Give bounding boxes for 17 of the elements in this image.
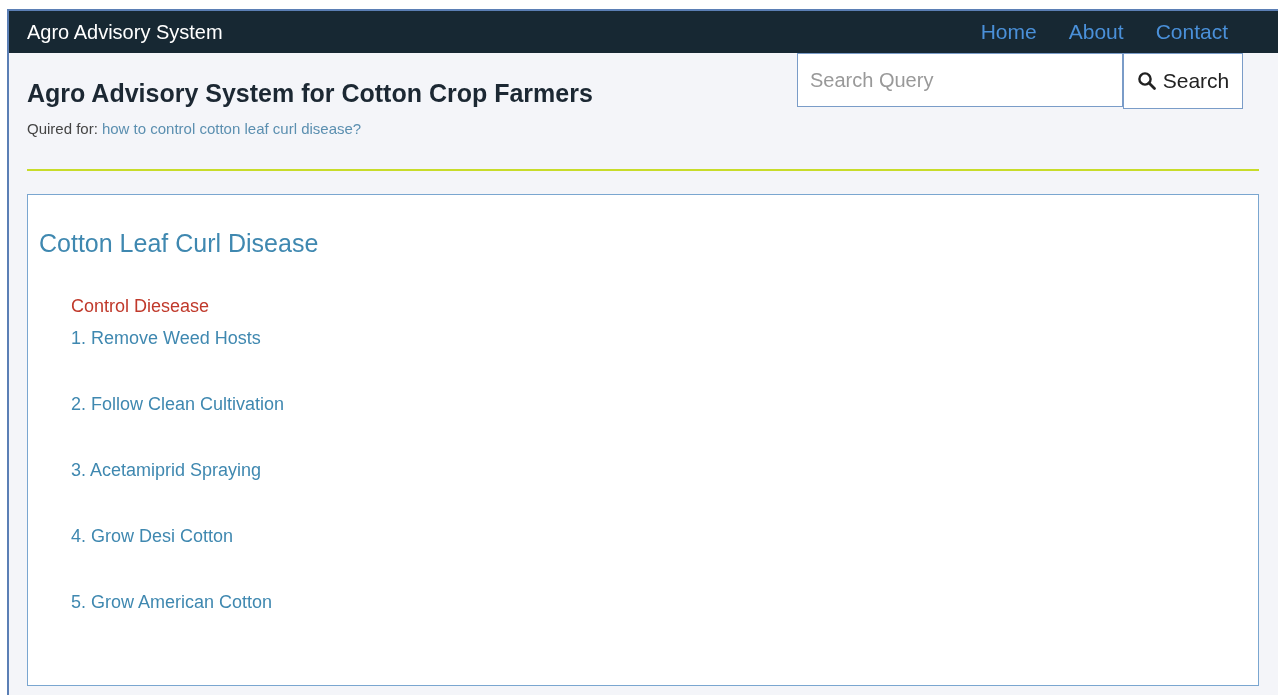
control-step: 3. Acetamiprid Spraying: [71, 460, 1247, 481]
query-text: how to control cotton leaf curl disease?: [101, 120, 362, 137]
page-title: Agro Advisory System for Cotton Crop Farmers: [27, 79, 593, 108]
search-button[interactable]: Search: [1123, 53, 1243, 109]
control-step: 1. Remove Weed Hosts: [71, 328, 1247, 349]
control-step: 5. Grow American Cotton: [71, 592, 1247, 613]
section-heading: Control Diesease: [71, 296, 211, 317]
result-title: Cotton Leaf Curl Disease: [39, 229, 320, 258]
search-field[interactable]: Search Query: [797, 53, 1123, 107]
search-icon: [1136, 71, 1157, 91]
nav-link[interactable]: About: [1068, 20, 1124, 44]
query-label: Quired for:: [27, 120, 98, 137]
brand-name[interactable]: Agro Advisory System: [27, 20, 223, 44]
nav-link[interactable]: Contact: [1155, 20, 1228, 44]
control-step: 4. Grow Desi Cotton: [71, 526, 1247, 547]
control-step: 2. Follow Clean Cultivation: [71, 394, 1247, 415]
nav-link[interactable]: Home: [980, 20, 1037, 44]
